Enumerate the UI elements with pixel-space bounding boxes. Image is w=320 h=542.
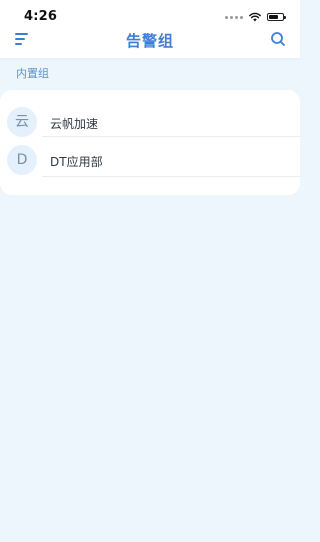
battery-icon: [267, 13, 286, 21]
page-title: 告警组: [125, 32, 174, 50]
avatar: 云: [7, 107, 37, 137]
group-name: 云帆加速: [50, 117, 99, 131]
signal-icon: [225, 15, 243, 19]
section-label: 内置组: [16, 67, 49, 80]
group-name: DT应用部: [50, 155, 103, 169]
list-item[interactable]: 云 云帆加速: [0, 106, 300, 140]
status-indicators: [225, 12, 286, 22]
divider: [42, 176, 300, 177]
avatar: D: [7, 145, 37, 175]
wifi-icon: [249, 12, 261, 22]
group-list-card: 云 云帆加速 D DT应用部: [0, 90, 300, 195]
divider: [42, 136, 300, 137]
status-time: 4:26: [24, 9, 58, 24]
list-item[interactable]: D DT应用部: [0, 144, 300, 178]
app-screen: 4:26 告警组 内置组 云 云帆加速 D DT应用部: [0, 0, 300, 542]
nav-bar: 告警组: [0, 26, 300, 58]
status-bar: 4:26: [0, 0, 300, 26]
search-icon[interactable]: [270, 31, 286, 47]
